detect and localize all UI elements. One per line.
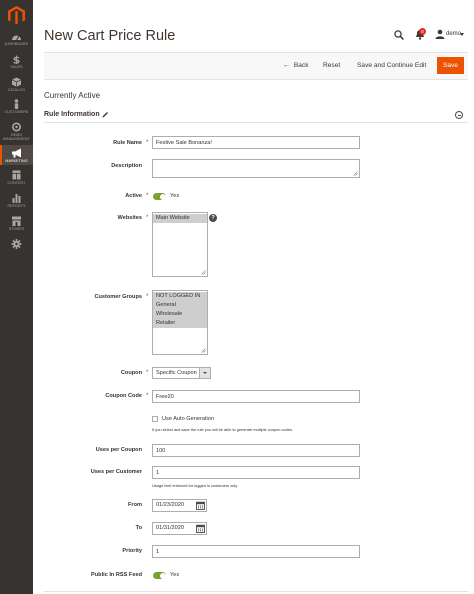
help-icon[interactable]: ? (209, 214, 217, 222)
customer-group-option[interactable]: NOT LOGGED IN (153, 292, 207, 301)
rss-feed-toggle[interactable] (153, 572, 166, 579)
sidebar-item-stores[interactable]: STORES (0, 216, 33, 231)
sidebar-item-label: DASHBOARD (4, 42, 29, 46)
websites-multiselect[interactable]: Main Website (152, 212, 208, 277)
sidebar-item-catalog[interactable]: CATALOG (0, 77, 33, 92)
priority-label: Priority (122, 548, 142, 554)
dollar-icon: $ (13, 54, 21, 64)
required-marker: * (146, 193, 149, 199)
coupon-code-input[interactable]: Free20 (152, 390, 360, 403)
uses-per-coupon-label: Uses per Coupon (95, 447, 142, 453)
bar-chart-icon (12, 194, 21, 203)
priority-input[interactable]: 1 (152, 545, 360, 558)
user-icon[interactable] (435, 29, 445, 39)
save-button[interactable]: Save (437, 57, 464, 74)
customer-groups-multiselect[interactable]: NOT LOGGED IN General Wholesale Retailer (152, 290, 208, 355)
resize-handle-icon[interactable] (353, 171, 358, 176)
user-menu-name[interactable]: demo (446, 31, 461, 37)
arrow-left-icon: ← (283, 62, 290, 69)
websites-label: Websites (117, 215, 142, 221)
gear-icon (11, 239, 22, 249)
required-marker: * (146, 294, 149, 300)
magento-logo-icon[interactable] (8, 6, 25, 25)
required-marker: * (146, 215, 149, 221)
sidebar-item-content[interactable]: CONTENT (0, 170, 33, 185)
admin-sidebar: DASHBOARD $ SALES CATALOG CUSTOMERS DEMO… (0, 0, 33, 594)
required-marker: * (146, 140, 149, 146)
sidebar-item-label: SALES (10, 65, 23, 69)
cube-icon (11, 77, 22, 87)
auto-generation-note: If you select and save the rule you will… (152, 427, 294, 432)
layout-icon (12, 170, 21, 180)
sidebar-item-label: CONTENT (7, 181, 26, 185)
sidebar-item-customers[interactable]: CUSTOMERS (0, 99, 33, 114)
svg-text:$: $ (13, 54, 21, 64)
rule-name-input[interactable]: Festive Sale Bonanza! (152, 136, 360, 149)
reset-button[interactable]: Reset (323, 62, 340, 69)
section-title[interactable]: Rule Information (44, 111, 100, 118)
notification-badge: 8 (419, 28, 426, 35)
uses-per-coupon-input[interactable]: 100 (152, 444, 360, 457)
sidebar-item-dashboard[interactable]: DASHBOARD (0, 31, 33, 46)
chevron-down-icon[interactable] (460, 33, 464, 36)
search-icon[interactable] (394, 30, 404, 40)
divider (44, 122, 468, 123)
sidebar-item-reports[interactable]: REPORTS (0, 193, 33, 208)
uses-per-customer-input[interactable]: 1 (152, 466, 360, 479)
coupon-code-label: Coupon Code (105, 393, 142, 399)
websites-option[interactable]: Main Website (153, 214, 207, 223)
page-title: New Cart Price Rule (44, 28, 176, 44)
save-and-continue-button[interactable]: Save and Continue Edit (357, 62, 426, 69)
back-button[interactable]: ← Back (283, 62, 309, 69)
sidebar-item-label: CUSTOMERS (4, 110, 29, 114)
uses-per-customer-note: Usage limit enforced for logged in custo… (152, 483, 238, 488)
dashboard-icon (12, 35, 21, 41)
required-marker: * (146, 370, 149, 376)
calendar-icon[interactable] (196, 501, 205, 510)
uses-per-customer-label: Uses per Customer (90, 469, 142, 475)
sidebar-item-system[interactable] (0, 239, 33, 250)
megaphone-icon (12, 148, 21, 158)
active-toggle-label: Yes (170, 193, 180, 199)
divider (44, 591, 468, 592)
sidebar-item-label: STORES (8, 227, 25, 231)
customer-group-option[interactable]: Wholesale (153, 310, 207, 319)
sidebar-item-label: MANAGEMENT (3, 137, 30, 141)
customer-group-option[interactable]: Retailer (153, 319, 207, 328)
sidebar-item-sales[interactable]: $ SALES (0, 54, 33, 69)
active-label: Active (125, 193, 142, 199)
coupon-label: Coupon (120, 370, 142, 376)
description-textarea[interactable] (152, 159, 360, 178)
person-icon (14, 99, 19, 109)
sidebar-item-marketing[interactable]: MARKETING (0, 145, 33, 165)
customer-group-option[interactable]: General (153, 301, 207, 310)
auto-generation-label: Use Auto Generation (162, 416, 214, 422)
resize-handle-icon[interactable] (201, 270, 206, 275)
rule-status: Currently Active (44, 91, 101, 100)
sidebar-item-label: MARKETING (5, 159, 28, 163)
sidebar-item-demo-management[interactable]: DEMO MANAGEMENT (0, 122, 33, 141)
collapse-section-icon[interactable] (455, 111, 463, 119)
rss-feed-label: Public In RSS Feed (91, 572, 142, 578)
auto-generation-checkbox[interactable] (152, 416, 158, 422)
customer-groups-label: Customer Groups (94, 294, 142, 300)
active-toggle[interactable] (153, 193, 166, 200)
sidebar-item-label: REPORTS (7, 204, 26, 208)
to-label: To (135, 525, 142, 531)
description-label: Description (111, 163, 142, 169)
required-marker: * (146, 393, 149, 399)
from-label: From (128, 502, 142, 508)
resize-handle-icon[interactable] (201, 348, 206, 353)
select-arrow-icon[interactable] (199, 368, 210, 378)
demo-management-icon (12, 122, 22, 132)
sidebar-item-label: CATALOG (7, 88, 26, 92)
rss-feed-toggle-label: Yes (170, 572, 180, 578)
pencil-icon (102, 112, 108, 118)
store-icon (12, 216, 21, 226)
calendar-icon[interactable] (196, 524, 205, 533)
rule-name-label: Rule Name (113, 140, 142, 146)
